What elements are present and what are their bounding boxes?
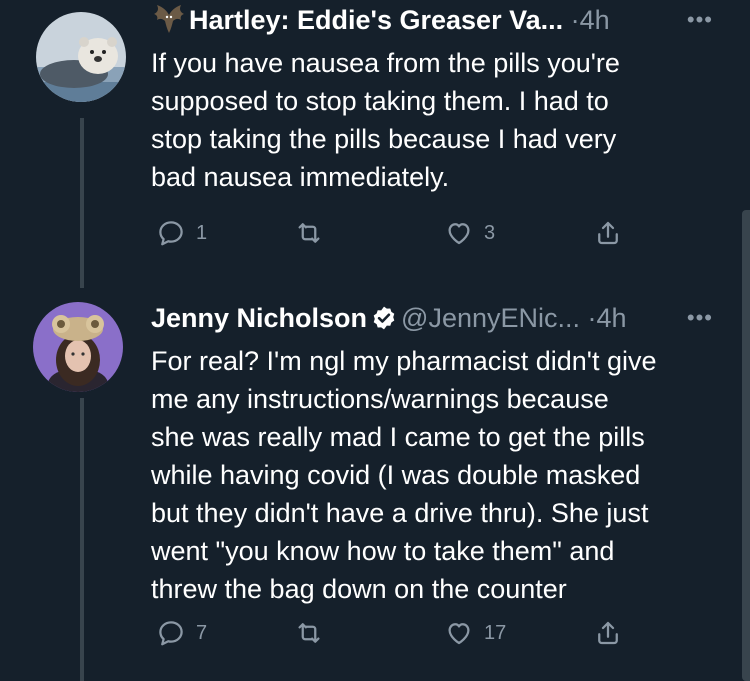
verified-badge-icon [373, 306, 395, 330]
reply-icon [159, 221, 183, 246]
heart-icon [448, 623, 470, 645]
retweet-icon [298, 223, 320, 243]
reply-icon [159, 621, 183, 646]
reply-count: 1 [196, 221, 208, 244]
avatar[interactable] [36, 12, 126, 102]
more-options-icon[interactable]: ••• [687, 298, 713, 338]
tweet-content: Jenny Nicholson @JennyENic... ·4h ••• Fo… [151, 298, 721, 608]
reply-button[interactable]: 1 [156, 216, 207, 250]
share-button[interactable] [593, 216, 623, 250]
tweet-actions: 1 3 [151, 216, 651, 250]
timestamp[interactable]: 4h [597, 303, 627, 333]
scrollbar[interactable] [742, 210, 750, 681]
retweet-icon [298, 623, 320, 643]
handle[interactable]: @JennyENic... [401, 303, 580, 333]
like-count: 17 [484, 621, 507, 644]
tweet-text: For real? I'm ngl my pharmacist didn't g… [151, 346, 657, 604]
tweet-content: Hartley: Eddie's Greaser Va... ·4h ••• I… [151, 0, 721, 196]
bat-icon [154, 4, 184, 33]
profile-photo-image [33, 302, 123, 392]
retweet-button[interactable] [294, 216, 334, 250]
share-icon [598, 621, 618, 645]
avatar[interactable] [33, 302, 123, 392]
author-name[interactable]: Hartley: Eddie's Greaser Va... [189, 5, 563, 35]
otter-avatar-image [36, 12, 126, 102]
timestamp[interactable]: 4h [580, 5, 610, 35]
retweet-button[interactable] [294, 616, 334, 650]
dot-separator: · [587, 303, 597, 333]
share-icon [598, 221, 618, 245]
reply-count: 7 [196, 621, 208, 644]
tweet-header: Hartley: Eddie's Greaser Va... ·4h ••• [151, 0, 721, 40]
like-button[interactable]: 17 [444, 616, 506, 650]
tweet-header: Jenny Nicholson @JennyENic... ·4h ••• [151, 298, 721, 338]
tweet-text: If you have nausea from the pills you're… [151, 48, 620, 192]
thread-line [80, 398, 84, 681]
like-button[interactable]: 3 [444, 216, 495, 250]
author-name[interactable]: Jenny Nicholson [151, 303, 367, 333]
heart-icon [448, 223, 470, 245]
share-button[interactable] [593, 616, 623, 650]
more-options-icon[interactable]: ••• [687, 0, 713, 40]
tweet-actions: 7 17 [151, 616, 651, 650]
tweet[interactable]: Jenny Nicholson @JennyENic... ·4h ••• Fo… [0, 280, 736, 681]
like-count: 3 [484, 221, 496, 244]
thread-line [80, 118, 84, 288]
reply-button[interactable]: 7 [156, 616, 207, 650]
tweet[interactable]: Hartley: Eddie's Greaser Va... ·4h ••• I… [0, 0, 736, 288]
dot-separator: · [570, 5, 580, 35]
